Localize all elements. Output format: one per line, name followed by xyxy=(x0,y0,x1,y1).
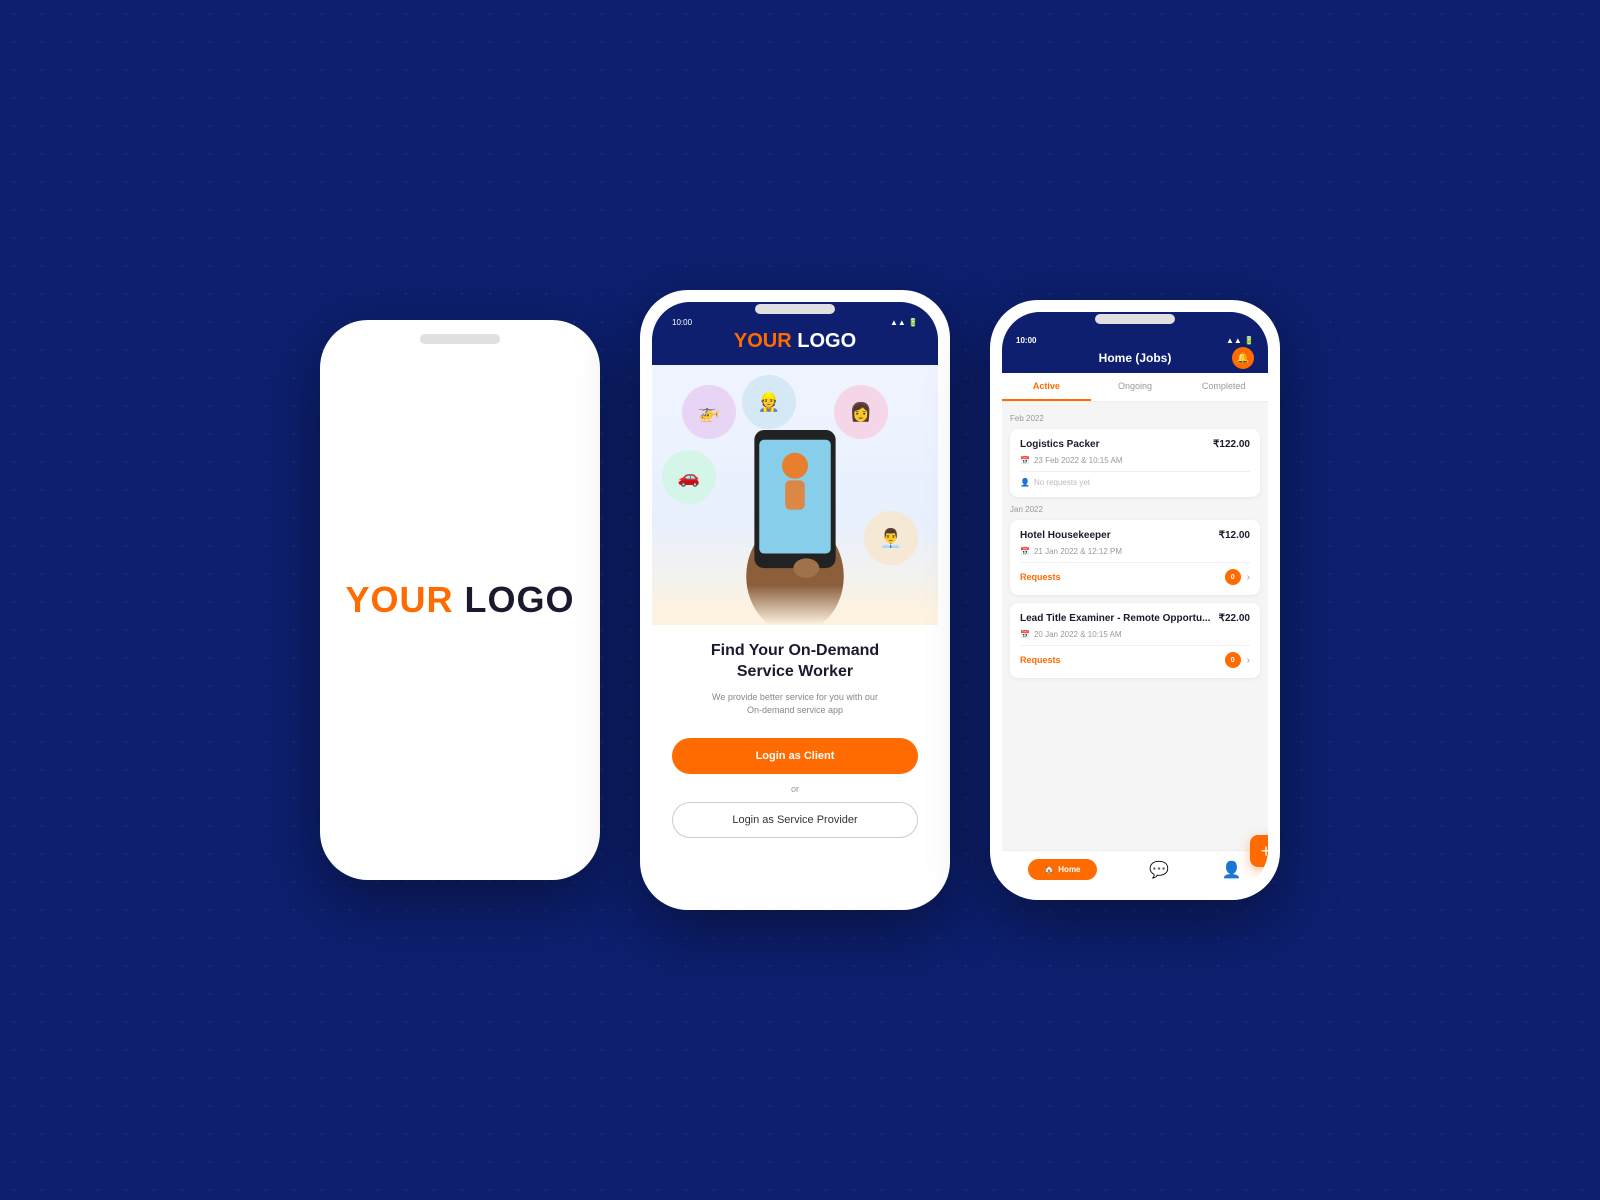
landing-status-icons: ▲▲ 🔋 xyxy=(890,318,918,327)
jobs-title-row: Home (Jobs) 🔔 xyxy=(1016,351,1254,365)
job-title-logistics: Logistics Packer xyxy=(1020,439,1099,450)
home-label: Home xyxy=(1058,865,1080,874)
chevron-lead: › xyxy=(1247,655,1250,666)
job-date-lead: 20 Jan 2022 & 10:15 AM xyxy=(1034,630,1122,639)
jobs-tabs: Active Ongoing Completed xyxy=(1002,373,1268,402)
phone-jobs: 10:00 ▲▲ 🔋 Home (Jobs) 🔔 Active Ongoing … xyxy=(990,300,1280,900)
jobs-status-icons: ▲▲ 🔋 xyxy=(1226,336,1254,345)
or-divider: or xyxy=(791,784,799,794)
nav-chat-icon[interactable]: 💬 xyxy=(1149,860,1169,880)
no-requests-logistics: 👤 No requests yet xyxy=(1020,478,1090,487)
requests-label-hotel: Requests xyxy=(1020,572,1061,582)
chevron-hotel: › xyxy=(1247,572,1250,583)
bubble-worker: 👷 xyxy=(742,375,796,429)
jobs-body: Feb 2022 Logistics Packer ₹122.00 📅 23 F… xyxy=(1002,402,1268,850)
splash-your: YOUR xyxy=(345,579,453,620)
find-subtitle: We provide better service for you with o… xyxy=(711,691,879,718)
job-divider-logistics xyxy=(1020,471,1250,472)
bubble-car: 🚗 xyxy=(662,450,716,504)
job-date-row-logistics: 📅 23 Feb 2022 & 10:15 AM xyxy=(1020,456,1250,465)
job-price-hotel: ₹12.00 xyxy=(1219,530,1250,541)
find-title: Find Your On-DemandService Worker xyxy=(711,641,879,683)
job-card-top-lead: Lead Title Examiner - Remote Opportu... … xyxy=(1020,613,1250,624)
landing-your: YOUR xyxy=(734,330,792,352)
job-date-row-hotel: 📅 21 Jan 2022 & 12:12 PM xyxy=(1020,547,1250,556)
job-title-lead: Lead Title Examiner - Remote Opportu... xyxy=(1020,613,1210,624)
job-title-hotel: Hotel Housekeeper xyxy=(1020,530,1111,541)
job-card-logistics[interactable]: Logistics Packer ₹122.00 📅 23 Feb 2022 &… xyxy=(1010,429,1260,497)
jobs-time: 10:00 xyxy=(1016,336,1036,345)
nav-profile-icon[interactable]: 👤 xyxy=(1222,860,1242,880)
phones-container: YOUR LOGO 10:00 YOUR LOGO ▲▲ 🔋 🚁 👷 xyxy=(320,290,1280,910)
landing-logo-text: LOGO xyxy=(797,330,856,352)
job-card-top-hotel: Hotel Housekeeper ₹12.00 xyxy=(1020,530,1250,541)
phone-landing-screen: 10:00 YOUR LOGO ▲▲ 🔋 🚁 👷 👩 🚗 👨‍💼 xyxy=(652,302,938,898)
job-requests-row-hotel: Requests 0 › xyxy=(1020,569,1250,585)
nav-home-button[interactable]: 🏠 Home xyxy=(1028,859,1096,880)
phone-landing: 10:00 YOUR LOGO ▲▲ 🔋 🚁 👷 👩 🚗 👨‍💼 xyxy=(640,290,950,910)
login-provider-button[interactable]: Login as Service Provider xyxy=(672,802,918,838)
calendar-icon-logistics: 📅 xyxy=(1020,456,1030,465)
job-card-lead[interactable]: Lead Title Examiner - Remote Opportu... … xyxy=(1010,603,1260,678)
section-label-jan: Jan 2022 xyxy=(1010,505,1260,514)
requests-label-lead: Requests xyxy=(1020,655,1061,665)
landing-content: 🚁 👷 👩 🚗 👨‍💼 xyxy=(652,365,938,898)
job-date-row-lead: 📅 20 Jan 2022 & 10:15 AM xyxy=(1020,630,1250,639)
job-date-hotel: 21 Jan 2022 & 12:12 PM xyxy=(1034,547,1122,556)
login-client-button[interactable]: Login as Client xyxy=(672,738,918,774)
section-label-feb: Feb 2022 xyxy=(1010,414,1260,423)
phone-splash: YOUR LOGO xyxy=(320,320,600,880)
requests-badge-hotel: 0 xyxy=(1225,569,1241,585)
phone-jobs-screen: 10:00 ▲▲ 🔋 Home (Jobs) 🔔 Active Ongoing … xyxy=(1002,312,1268,888)
bubble-helicopter: 🚁 xyxy=(682,385,736,439)
home-icon: 🏠 xyxy=(1044,865,1054,874)
phone-splash-screen: YOUR LOGO xyxy=(332,332,588,868)
job-price-logistics: ₹122.00 xyxy=(1213,439,1250,450)
job-price-lead: ₹22.00 xyxy=(1219,613,1250,624)
bubble-professional: 👨‍💼 xyxy=(864,511,918,565)
phone-notch-2 xyxy=(755,304,835,314)
phone-notch-3 xyxy=(1095,314,1175,324)
calendar-icon-hotel: 📅 xyxy=(1020,547,1030,556)
jobs-title: Home (Jobs) xyxy=(1099,351,1172,365)
job-divider-hotel xyxy=(1020,562,1250,563)
tab-completed[interactable]: Completed xyxy=(1179,373,1268,401)
fab-add-button[interactable]: + xyxy=(1250,835,1268,867)
tab-active[interactable]: Active xyxy=(1002,373,1091,401)
splash-logo: YOUR LOGO xyxy=(345,579,574,621)
bubble-woman: 👩 xyxy=(834,385,888,439)
landing-logo: YOUR LOGO xyxy=(734,330,856,353)
tab-ongoing[interactable]: Ongoing xyxy=(1091,373,1180,401)
no-requests-text: No requests yet xyxy=(1034,478,1090,487)
splash-logo-text: LOGO xyxy=(465,579,575,620)
job-card-top-logistics: Logistics Packer ₹122.00 xyxy=(1020,439,1250,450)
job-requests-row-logistics: 👤 No requests yet xyxy=(1020,478,1250,487)
job-divider-lead xyxy=(1020,645,1250,646)
job-requests-row-lead: Requests 0 › xyxy=(1020,652,1250,668)
user-icon-logistics: 👤 xyxy=(1020,478,1030,487)
job-date-logistics: 23 Feb 2022 & 10:15 AM xyxy=(1034,456,1123,465)
bottom-nav: 🏠 Home 💬 👤 + xyxy=(1002,850,1268,888)
requests-badge-lead: 0 xyxy=(1225,652,1241,668)
jobs-status-bar: 10:00 ▲▲ 🔋 xyxy=(1016,336,1254,345)
landing-status-time: 10:00 xyxy=(672,318,692,327)
phone-notch-1 xyxy=(420,334,500,344)
job-card-hotel[interactable]: Hotel Housekeeper ₹12.00 📅 21 Jan 2022 &… xyxy=(1010,520,1260,595)
illustration-area: 🚁 👷 👩 🚗 👨‍💼 xyxy=(652,365,938,625)
calendar-icon-lead: 📅 xyxy=(1020,630,1030,639)
landing-text-area: Find Your On-DemandService Worker We pro… xyxy=(691,625,899,728)
notification-bell[interactable]: 🔔 xyxy=(1232,347,1254,369)
